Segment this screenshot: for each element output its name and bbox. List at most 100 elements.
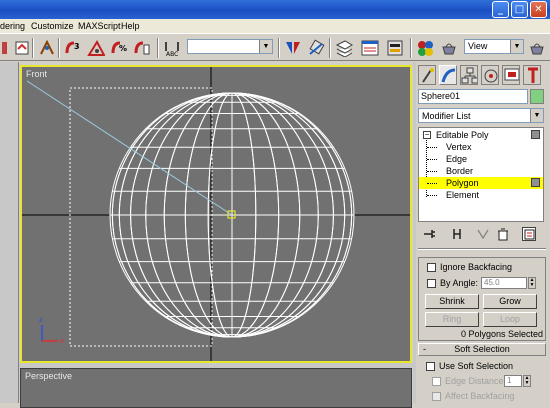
menu-customize[interactable]: Customize: [31, 20, 74, 32]
soft-selection-title: Soft Selection: [454, 344, 510, 354]
axis-tripod-icon: z x: [39, 316, 64, 345]
object-color-swatch[interactable]: [530, 89, 544, 104]
mirror-icon[interactable]: [284, 39, 302, 57]
viewport-label-perspective[interactable]: Perspective: [25, 371, 72, 381]
by-angle-spinner[interactable]: 45.0: [481, 277, 527, 289]
layers-icon[interactable]: [335, 39, 353, 57]
use-soft-selection-checkbox[interactable]: [426, 362, 435, 371]
menu-rendering[interactable]: dering: [0, 20, 25, 32]
modifier-list-dropdown[interactable]: Modifier List ▼: [418, 108, 544, 123]
edge-distance-label: Edge Distance:: [445, 376, 507, 386]
configure-modifier-sets-icon[interactable]: [522, 227, 536, 241]
collapse-icon[interactable]: −: [423, 131, 431, 139]
spinner-arrows-icon[interactable]: ▲ ▼: [523, 375, 531, 387]
tree-branch: [427, 147, 437, 148]
modify-tab-icon[interactable]: [439, 65, 457, 85]
affect-backfacing-checkbox[interactable]: [432, 392, 441, 401]
render-scene-icon[interactable]: [440, 39, 458, 57]
tree-branch: [427, 159, 437, 160]
spinner-snap-icon[interactable]: [133, 39, 151, 57]
angle-snap-icon[interactable]: [87, 39, 105, 57]
object-name-field[interactable]: Sphere01: [418, 89, 528, 104]
modifier-list-label: Modifier List: [422, 111, 471, 121]
minimize-button[interactable]: _: [492, 1, 509, 18]
toolbar-separator: [410, 38, 412, 58]
align-icon[interactable]: [307, 39, 325, 57]
perspective-viewport[interactable]: Perspective: [20, 368, 412, 408]
abc-icon[interactable]: ABC: [163, 39, 181, 57]
named-selection-dropdown[interactable]: ▼: [187, 39, 273, 54]
stack-item-label: Polygon: [446, 178, 479, 188]
selection-rollout: Ignore Backfacing By Angle: 45.0 ▲ ▼ Shri…: [418, 257, 546, 403]
stack-item-label: Editable Poly: [436, 130, 489, 140]
select-link-icon[interactable]: [38, 39, 56, 57]
selection-group: Ignore Backfacing By Angle: 45.0 ▲ ▼ Shri…: [418, 257, 546, 341]
ignore-backfacing-checkbox[interactable]: [427, 263, 436, 272]
render-type-dropdown[interactable]: View ▼: [464, 39, 524, 54]
grow-button[interactable]: Grow: [483, 294, 537, 309]
stack-item-label: Element: [446, 190, 480, 200]
chevron-down-icon: ▼: [510, 40, 523, 53]
curve-editor-icon[interactable]: [361, 39, 379, 57]
make-unique-icon[interactable]: [476, 227, 490, 241]
percent-snap-icon[interactable]: %: [110, 39, 128, 57]
stack-item-vertex[interactable]: Vertex: [419, 141, 543, 153]
stack-item-border[interactable]: Border: [419, 165, 543, 177]
soft-selection-rollout-header[interactable]: - Soft Selection: [418, 343, 546, 356]
spinner-arrows-icon[interactable]: ▲ ▼: [528, 277, 536, 289]
show-end-result-icon[interactable]: [450, 227, 464, 241]
stack-item-edge[interactable]: Edge: [419, 153, 543, 165]
link-icon[interactable]: [14, 39, 32, 57]
ring-button[interactable]: Ring: [425, 312, 479, 327]
loop-button[interactable]: Loop: [483, 312, 537, 327]
shrink-button[interactable]: Shrink: [425, 294, 479, 309]
tree-branch: [427, 183, 437, 184]
stack-item-polygon[interactable]: Polygon: [419, 177, 543, 189]
modifier-toggle-icon[interactable]: [531, 130, 540, 139]
remove-modifier-icon[interactable]: [496, 227, 510, 241]
svg-text:3: 3: [74, 42, 80, 51]
modifier-stack[interactable]: − Editable Poly Vertex Edge Border Polyg…: [418, 127, 544, 222]
snap-3-icon[interactable]: 3: [64, 39, 82, 57]
collapse-icon: -: [423, 344, 426, 354]
selection-bounding-box: [69, 87, 213, 347]
chevron-down-icon: ▼: [530, 109, 543, 122]
use-soft-selection-label: Use Soft Selection: [439, 361, 514, 371]
edge-distance-checkbox[interactable]: [432, 377, 441, 386]
pin-stack-icon[interactable]: [422, 227, 436, 241]
command-panel: Sphere01 Modifier List ▼ − Editable Poly…: [416, 62, 550, 403]
selection-status: 0 Polygons Selected: [461, 329, 544, 339]
maximize-button[interactable]: □: [511, 1, 528, 18]
left-edge-strip: [0, 62, 19, 403]
panel-divider: [418, 248, 546, 250]
main-toolbar: 3 % ABC ▼ View ▼: [0, 33, 550, 61]
stack-item-editable-poly[interactable]: − Editable Poly: [419, 129, 543, 141]
stack-item-element[interactable]: Element: [419, 189, 543, 201]
utilities-tab-icon[interactable]: [523, 65, 541, 85]
ignore-backfacing-label: Ignore Backfacing: [440, 262, 513, 272]
front-viewport[interactable]: Front z x: [20, 65, 412, 363]
toolbar-separator: [32, 38, 34, 58]
toolbar-edge-icon[interactable]: [2, 39, 8, 57]
tree-branch: [427, 171, 437, 172]
render-type-value: View: [468, 41, 488, 51]
axis-label-z: z: [39, 316, 43, 324]
quick-render-icon[interactable]: [528, 39, 546, 57]
toolbar-separator: [58, 38, 60, 58]
stack-controls: [416, 227, 550, 245]
stack-item-label: Border: [446, 166, 474, 176]
front-viewport-canvas[interactable]: z x: [22, 67, 410, 361]
schematic-icon[interactable]: [386, 39, 404, 57]
svg-text:%: %: [119, 44, 127, 53]
create-tab-icon[interactable]: [418, 65, 436, 85]
material-editor-icon[interactable]: [416, 39, 434, 57]
by-angle-checkbox[interactable]: [427, 279, 436, 288]
toolbar-separator: [278, 38, 280, 58]
display-tab-icon[interactable]: [502, 65, 520, 85]
edge-distance-spinner[interactable]: 1: [504, 375, 522, 387]
menu-help[interactable]: Help: [121, 20, 140, 32]
motion-tab-icon[interactable]: [481, 65, 499, 85]
close-button[interactable]: ✕: [530, 1, 547, 18]
menu-maxscript[interactable]: MAXScript: [78, 20, 121, 32]
hierarchy-tab-icon[interactable]: [460, 65, 478, 85]
